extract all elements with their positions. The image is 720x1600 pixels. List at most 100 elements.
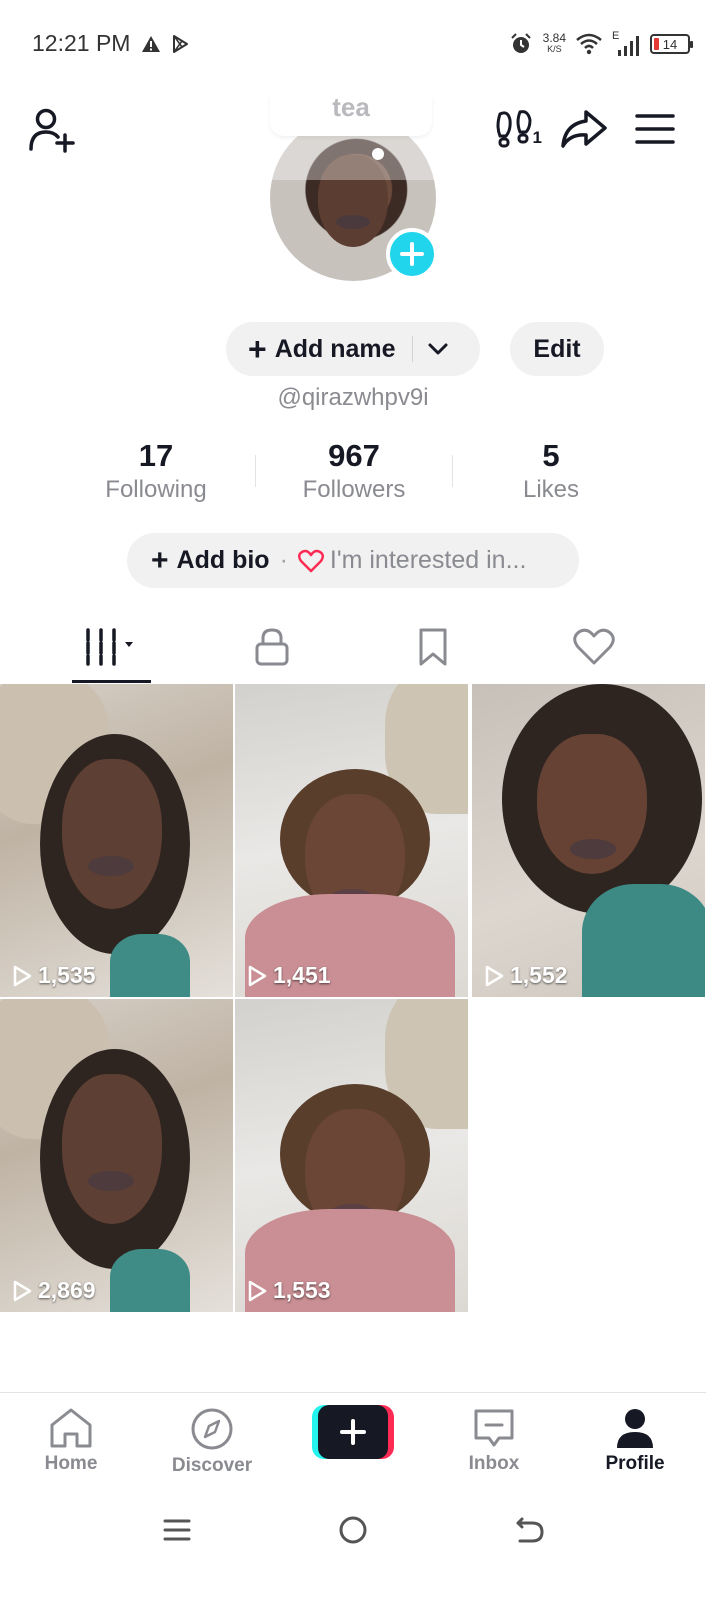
alarm-icon: [510, 33, 531, 53]
video-thumbnail[interactable]: 1,535: [0, 684, 233, 997]
inbox-icon: [474, 1409, 514, 1447]
circle-home-icon: [339, 1516, 367, 1544]
recents-button[interactable]: [157, 1512, 197, 1548]
nav-discover[interactable]: Discover: [157, 1407, 267, 1477]
back-button[interactable]: [510, 1512, 550, 1548]
video-thumbnail[interactable]: 1,553: [235, 999, 468, 1312]
profile-views-count: 1: [532, 128, 542, 147]
video-views: 1,553: [247, 1277, 331, 1304]
home-system-button[interactable]: [333, 1512, 373, 1548]
play-icon: [13, 1280, 32, 1301]
edit-profile-button[interactable]: Edit: [510, 322, 604, 376]
tab-liked[interactable]: [544, 610, 644, 684]
nav-label: Inbox: [468, 1453, 520, 1474]
heart-icon: [573, 628, 615, 665]
network-speed: 3.84 K/S: [542, 31, 566, 55]
home-icon: [50, 1408, 92, 1448]
nav-inbox[interactable]: Inbox: [439, 1407, 549, 1475]
username: @qirazwhpv9i: [277, 384, 429, 411]
add-bio-button[interactable]: + Add bio · I'm interested in...: [127, 533, 579, 588]
battery-icon: 14: [650, 34, 693, 54]
add-name-label: Add name: [274, 334, 396, 363]
play-icon: [485, 965, 504, 986]
recents-icon: [163, 1519, 191, 1541]
nav-label: Discover: [171, 1455, 253, 1476]
note-text: tea: [332, 96, 370, 122]
warning-icon: [142, 36, 160, 52]
nav-profile[interactable]: Profile: [580, 1407, 690, 1475]
view-count: 1,553: [273, 1277, 331, 1303]
view-count: 1,535: [38, 962, 96, 988]
add-story-button[interactable]: [386, 228, 438, 280]
tab-videos[interactable]: [62, 610, 162, 684]
nav-home[interactable]: Home: [16, 1407, 126, 1475]
video-views: 2,869: [12, 1277, 96, 1304]
tab-saved[interactable]: [383, 610, 483, 684]
videos-grid-icon: [86, 628, 133, 666]
menu-button[interactable]: [630, 104, 680, 154]
view-count: 1,552: [510, 962, 568, 988]
stat-following[interactable]: 17 Following: [61, 438, 251, 504]
play-icon: [13, 965, 32, 986]
stat-value: 17: [138, 438, 174, 473]
nav-label: Home: [44, 1453, 98, 1474]
note-bubble-tail: [372, 148, 384, 160]
status-time: 12:21 PM: [32, 30, 131, 56]
plus-icon: [400, 242, 424, 266]
plus-icon: +: [151, 543, 169, 577]
tab-private[interactable]: [222, 610, 322, 684]
stat-followers[interactable]: 967 Followers: [259, 438, 449, 504]
nav-label: Profile: [605, 1453, 665, 1474]
bio-separator: ·: [279, 546, 288, 574]
network-speed-value: 3.84: [542, 31, 566, 45]
note-bubble[interactable]: tea: [270, 96, 432, 136]
signal-icon: E: [612, 30, 640, 56]
profile-views-button[interactable]: 1: [486, 104, 546, 154]
wifi-icon: [576, 33, 602, 55]
view-count: 1,451: [273, 962, 331, 988]
bottom-nav: Home Discover Inbox Profile: [0, 1392, 706, 1492]
play-icon: [248, 965, 267, 986]
pill-divider: [411, 336, 413, 362]
stat-divider: [255, 455, 256, 487]
chevron-down-icon[interactable]: [427, 342, 449, 356]
status-bar: 12:21 PM 3.84 K/S E 14: [0, 0, 720, 90]
play-store-icon: [173, 35, 188, 53]
footsteps-icon: [496, 110, 532, 148]
stat-label: Likes: [522, 476, 580, 503]
system-nav: [0, 1494, 706, 1564]
add-friend-button[interactable]: [24, 102, 80, 158]
share-profile-button[interactable]: [556, 104, 612, 154]
video-views: 1,552: [484, 962, 568, 989]
menu-icon: [635, 114, 675, 144]
video-views: 1,535: [12, 962, 96, 989]
create-button[interactable]: [312, 1405, 394, 1459]
video-thumbnail[interactable]: 2,869: [0, 999, 233, 1312]
stat-label: Following: [105, 476, 207, 503]
plus-icon: +: [248, 331, 267, 367]
add-bio-label: Add bio: [176, 546, 270, 574]
network-speed-unit: K/S: [547, 44, 562, 54]
stat-value: 967: [328, 438, 380, 473]
play-icon: [248, 1280, 267, 1301]
video-thumbnail[interactable]: 1,552: [472, 684, 705, 997]
video-views: 1,451: [247, 962, 331, 989]
add-friend-icon: [29, 108, 75, 153]
status-icons: 3.84 K/S E 14: [509, 28, 693, 60]
profile-icon: [617, 1409, 653, 1448]
view-count: 2,869: [38, 1277, 96, 1303]
stat-likes[interactable]: 5 Likes: [456, 438, 646, 504]
stat-value: 5: [542, 438, 560, 473]
edit-label: Edit: [533, 334, 581, 363]
bookmark-icon: [419, 628, 447, 666]
add-name-button[interactable]: + Add name: [226, 322, 480, 376]
stat-label: Followers: [302, 476, 406, 503]
battery-level: 14: [662, 36, 678, 52]
profile-tabs: [0, 610, 706, 684]
interests-label: I'm interested in...: [329, 546, 527, 574]
compass-icon: [191, 1408, 233, 1450]
lock-icon: [255, 628, 289, 666]
create-plus-icon: [340, 1419, 366, 1445]
video-thumbnail[interactable]: 1,451: [235, 684, 468, 997]
stat-divider: [452, 455, 453, 487]
